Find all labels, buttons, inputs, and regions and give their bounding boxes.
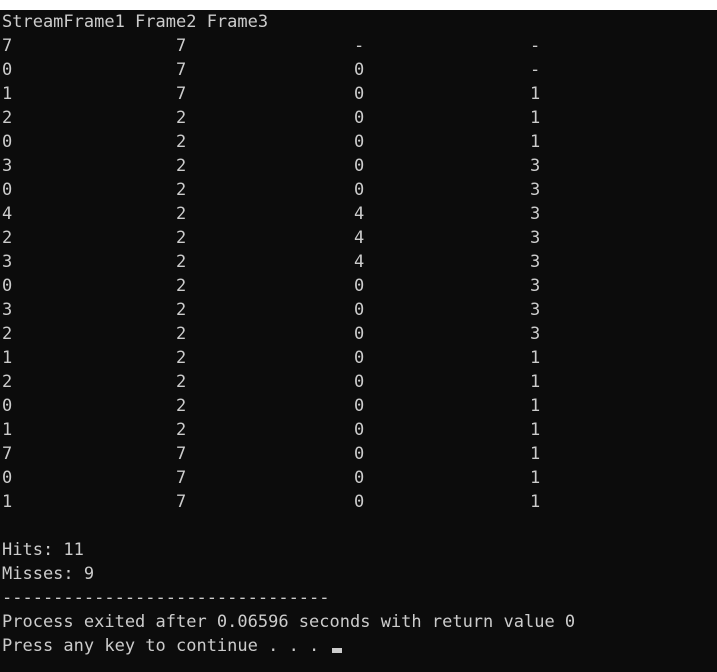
frame1-cell: 7 — [176, 492, 187, 512]
frame2-cell: 0 — [354, 60, 365, 80]
frame1-cell: 2 — [176, 180, 187, 200]
table-header: StreamFrame1 Frame2 Frame3 — [2, 12, 269, 32]
frame1-cell: 2 — [176, 228, 187, 248]
stream-cell: 3 — [2, 156, 13, 176]
frame3-cell: 1 — [530, 372, 541, 392]
frame3-cell: 1 — [530, 468, 541, 488]
frame2-cell: 0 — [354, 156, 365, 176]
frame3-cell: 1 — [530, 444, 541, 464]
stream-cell: 0 — [2, 468, 13, 488]
stream-cell: 1 — [2, 420, 13, 440]
stream-cell: 2 — [2, 228, 13, 248]
stream-cell: 0 — [2, 396, 13, 416]
stream-cell: 7 — [2, 36, 13, 56]
frame1-cell: 7 — [176, 84, 187, 104]
stream-cell: 1 — [2, 348, 13, 368]
frame1-cell: 2 — [176, 420, 187, 440]
frame2-cell: 0 — [354, 396, 365, 416]
frame2-cell: 0 — [354, 276, 365, 296]
frame3-cell: 3 — [530, 204, 541, 224]
frame1-cell: 2 — [176, 276, 187, 296]
separator-line: -------------------------------- — [2, 588, 330, 608]
frame3-cell: 3 — [530, 300, 541, 320]
stream-cell: 1 — [2, 84, 13, 104]
frame2-cell: 0 — [354, 444, 365, 464]
frame3-cell: 3 — [530, 156, 541, 176]
misses-text: Misses: 9 — [2, 564, 95, 584]
stream-cell: 2 — [2, 108, 13, 128]
frame1-cell: 2 — [176, 300, 187, 320]
frame3-cell: 1 — [530, 348, 541, 368]
frame1-cell: 2 — [176, 156, 187, 176]
console-window[interactable]: StreamFrame1 Frame2 Frame3 7 7 - - 0 7 0 - 1 7 0 1 2… — [0, 10, 717, 672]
frame2-cell: 0 — [354, 324, 365, 344]
frame2-cell: 0 — [354, 180, 365, 200]
stream-cell: 0 — [2, 276, 13, 296]
hits-text: Hits: 11 — [2, 540, 84, 560]
frame3-cell: 3 — [530, 252, 541, 272]
stream-cell: 0 — [2, 132, 13, 152]
frame2-cell: 0 — [354, 420, 365, 440]
frame1-cell: 7 — [176, 60, 187, 80]
stream-cell: 3 — [2, 300, 13, 320]
continue-prompt: Press any key to continue . . . — [2, 634, 342, 658]
frame1-cell: 7 — [176, 444, 187, 464]
frame1-cell: 2 — [176, 204, 187, 224]
frame1-cell: 2 — [176, 372, 187, 392]
stream-cell: 2 — [2, 372, 13, 392]
frame2-cell: - — [354, 36, 365, 56]
frame3-cell: 1 — [530, 108, 541, 128]
frame2-cell: 0 — [354, 84, 365, 104]
stream-cell: 1 — [2, 492, 13, 512]
stream-cell: 0 — [2, 180, 13, 200]
frame1-cell: 2 — [176, 108, 187, 128]
frame3-cell: 3 — [530, 324, 541, 344]
stream-cell: 7 — [2, 444, 13, 464]
frame2-cell: 0 — [354, 492, 365, 512]
frame3-cell: 1 — [530, 492, 541, 512]
stream-cell: 0 — [2, 60, 13, 80]
frame3-cell: - — [530, 60, 541, 80]
frame3-cell: 3 — [530, 228, 541, 248]
frame1-cell: 2 — [176, 252, 187, 272]
frame2-cell: 0 — [354, 348, 365, 368]
continue-prompt-text: Press any key to continue . . . — [2, 636, 330, 656]
frame2-cell: 0 — [354, 132, 365, 152]
stream-cell: 4 — [2, 204, 13, 224]
frame3-cell: 3 — [530, 180, 541, 200]
frame3-cell: 1 — [530, 396, 541, 416]
frame3-cell: 1 — [530, 84, 541, 104]
frame2-cell: 4 — [354, 252, 365, 272]
frame3-cell: 1 — [530, 420, 541, 440]
frame2-cell: 4 — [354, 204, 365, 224]
frame1-cell: 2 — [176, 396, 187, 416]
frame1-cell: 2 — [176, 324, 187, 344]
frame2-cell: 0 — [354, 372, 365, 392]
frame3-cell: 1 — [530, 132, 541, 152]
frame2-cell: 4 — [354, 228, 365, 248]
text-cursor — [331, 648, 342, 653]
frame1-cell: 2 — [176, 348, 187, 368]
frame2-cell: 0 — [354, 108, 365, 128]
frame3-cell: - — [530, 36, 541, 56]
frame2-cell: 0 — [354, 300, 365, 320]
frame1-cell: 7 — [176, 36, 187, 56]
stream-cell: 3 — [2, 252, 13, 272]
frame3-cell: 3 — [530, 276, 541, 296]
exit-message: Process exited after 0.06596 seconds wit… — [2, 612, 576, 632]
frame2-cell: 0 — [354, 468, 365, 488]
frame1-cell: 2 — [176, 132, 187, 152]
stream-cell: 2 — [2, 324, 13, 344]
frame1-cell: 7 — [176, 468, 187, 488]
